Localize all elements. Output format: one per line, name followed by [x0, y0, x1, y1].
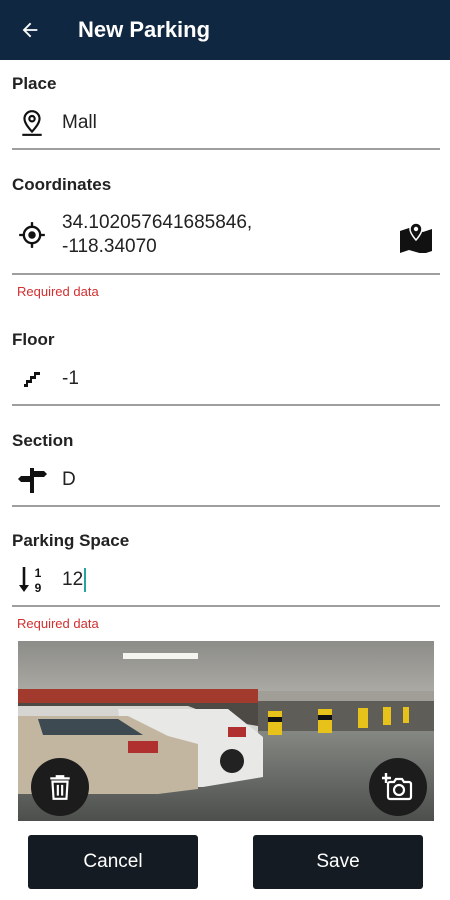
back-button[interactable] — [0, 0, 60, 60]
section-value: D — [62, 469, 76, 490]
cancel-button[interactable]: Cancel — [28, 835, 198, 889]
place-value: Mall — [62, 112, 97, 133]
gps-target-icon — [12, 219, 52, 251]
coordinates-error: Required data — [17, 284, 99, 299]
place-underline — [12, 148, 440, 150]
parking-space-label: Parking Space — [12, 531, 130, 550]
map-pin-icon — [400, 222, 432, 253]
floor-input[interactable]: -1 — [12, 363, 440, 395]
svg-text:1: 1 — [35, 566, 42, 580]
place-field: Place Mall — [12, 74, 440, 152]
floor-value: -1 — [62, 368, 79, 389]
floor-underline — [12, 404, 440, 406]
section-input[interactable]: D — [12, 464, 440, 496]
coordinates-underline — [12, 273, 440, 275]
latitude-value: 34.102057641685846, — [62, 212, 253, 233]
signpost-icon — [12, 464, 52, 496]
sort-numeric-icon: 1 9 — [12, 564, 52, 596]
stairs-icon — [12, 363, 52, 395]
save-button[interactable]: Save — [253, 835, 423, 889]
svg-text:9: 9 — [35, 581, 42, 595]
floor-field: Floor -1 — [12, 330, 440, 408]
parking-space-input[interactable]: 1 9 12 — [12, 564, 440, 596]
parking-space-underline — [12, 605, 440, 607]
text-cursor — [84, 568, 87, 592]
location-pin-icon — [12, 107, 52, 139]
place-label: Place — [12, 74, 57, 93]
floor-label: Floor — [12, 330, 55, 349]
parking-space-field: Parking Space 1 9 12 Required data — [12, 531, 440, 636]
coordinates-field: Coordinates 34.102057641685846, -118.340… — [12, 175, 440, 305]
section-underline — [12, 505, 440, 507]
parking-space-value: 12 — [62, 569, 84, 591]
delete-photo-button[interactable] — [31, 758, 89, 816]
arrow-back-icon — [22, 22, 38, 38]
map-button[interactable] — [396, 217, 436, 257]
place-input[interactable]: Mall — [12, 107, 440, 139]
section-field: Section D — [12, 431, 440, 509]
parking-space-error: Required data — [17, 616, 99, 631]
coordinates-label: Coordinates — [12, 175, 112, 194]
longitude-value: -118.34070 — [62, 236, 157, 257]
parking-space-value-wrap: 12 — [62, 568, 87, 592]
section-label: Section — [12, 431, 74, 450]
trash-icon — [50, 775, 70, 800]
add-photo-button[interactable] — [369, 758, 427, 816]
app-bar: New Parking — [0, 0, 450, 60]
coordinates-value: 34.102057641685846, -118.34070 — [62, 211, 252, 259]
page-title: New Parking — [78, 17, 211, 42]
add-camera-icon — [382, 773, 413, 801]
coordinates-input[interactable]: 34.102057641685846, -118.34070 — [12, 211, 440, 259]
